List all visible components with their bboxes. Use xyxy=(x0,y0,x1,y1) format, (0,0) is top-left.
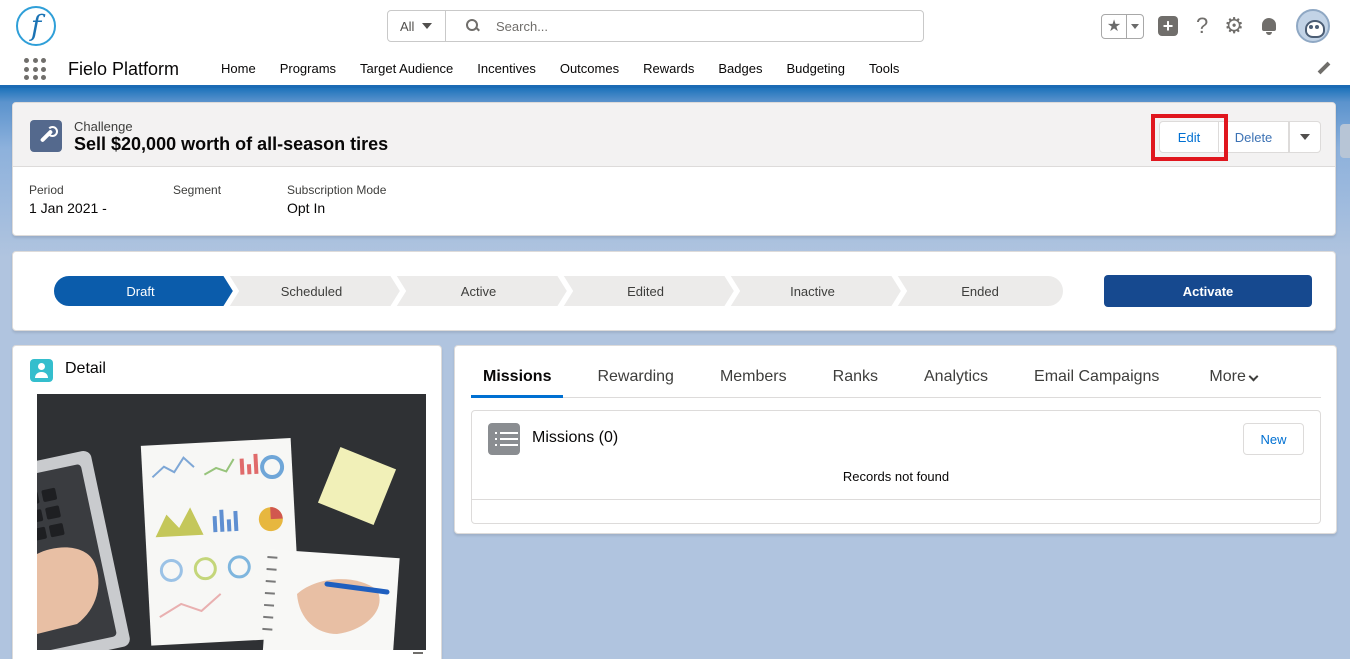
header-utility-icons: ★ + ? ⚙ xyxy=(1101,8,1330,44)
app-launcher-icon[interactable] xyxy=(24,58,46,80)
detail-title: Detail xyxy=(65,360,106,377)
search-scope-dropdown[interactable]: All xyxy=(388,11,446,41)
path-stage-label: Ended xyxy=(961,283,999,299)
star-icon[interactable]: ★ xyxy=(1102,14,1128,38)
avatar[interactable] xyxy=(1296,9,1330,43)
field-segment: Segment xyxy=(173,183,221,200)
path-stage-inactive[interactable]: Inactive xyxy=(729,275,904,307)
nav-item-budgeting[interactable]: Budgeting xyxy=(774,61,857,76)
side-panel-toggle[interactable] xyxy=(1340,124,1350,158)
missions-related-list: Missions (0) New Records not found xyxy=(471,410,1321,524)
path-stage-label: Inactive xyxy=(790,283,835,299)
help-icon[interactable]: ? xyxy=(1196,15,1208,37)
related-tabs: Missions Rewarding Members Ranks Analyti… xyxy=(471,360,1321,398)
tab-more[interactable]: More xyxy=(1197,360,1268,398)
new-button[interactable]: New xyxy=(1243,423,1304,455)
record-header-card: Challenge Sell $20,000 worth of all-seas… xyxy=(12,102,1336,236)
tab-missions[interactable]: Missions xyxy=(471,360,564,398)
path-stage-label: Active xyxy=(460,283,497,299)
detail-card: Detail xyxy=(12,345,442,659)
nav-items: Home Programs Target Audience Incentives… xyxy=(209,61,911,76)
tab-rewarding[interactable]: Rewarding xyxy=(585,360,685,398)
bell-icon[interactable] xyxy=(1260,17,1278,35)
search-input[interactable] xyxy=(496,18,876,34)
nav-item-home[interactable]: Home xyxy=(209,61,268,76)
logo-letter: f xyxy=(30,9,42,42)
path-stage-edited[interactable]: Edited xyxy=(562,275,737,307)
chevron-down-icon xyxy=(1300,134,1310,140)
record-header-top: Challenge Sell $20,000 worth of all-seas… xyxy=(13,103,1335,167)
path-stage-label: Scheduled xyxy=(280,283,343,299)
nav-item-programs[interactable]: Programs xyxy=(268,61,348,76)
nav-item-target-audience[interactable]: Target Audience xyxy=(348,61,465,76)
field-subscription-mode: Subscription Mode Opt In xyxy=(287,183,386,216)
empty-message: Records not found xyxy=(842,469,950,484)
favorites-dropdown[interactable] xyxy=(1127,23,1143,29)
path-stage-draft[interactable]: Draft xyxy=(53,275,236,307)
delete-button[interactable]: Delete xyxy=(1219,121,1289,153)
field-period: Period 1 Jan 2021 - xyxy=(29,183,107,216)
nav-item-tools[interactable]: Tools xyxy=(857,61,911,76)
path-stage-label: Draft xyxy=(126,283,155,299)
path-stage-label: Edited xyxy=(627,283,664,299)
app-logo[interactable]: f xyxy=(16,6,56,46)
path-stage-scheduled[interactable]: Scheduled xyxy=(228,275,403,307)
gear-icon[interactable]: ⚙ xyxy=(1224,15,1244,37)
tab-members[interactable]: Members xyxy=(708,360,799,398)
related-tabs-card: Missions Rewarding Members Ranks Analyti… xyxy=(454,345,1337,534)
global-search: All xyxy=(387,10,924,42)
more-actions-button[interactable] xyxy=(1289,121,1321,153)
nav-item-incentives[interactable]: Incentives xyxy=(465,61,548,76)
record-title: Sell $20,000 worth of all-season tires xyxy=(74,134,389,154)
chevron-down-icon xyxy=(422,23,433,29)
challenge-image xyxy=(37,394,426,650)
image-options-icon[interactable] xyxy=(413,652,423,658)
path-stage-ended[interactable]: Ended xyxy=(896,275,1065,307)
favorites-button[interactable]: ★ xyxy=(1101,13,1145,39)
field-label: Period xyxy=(29,183,64,197)
activate-button[interactable]: Activate xyxy=(1104,275,1312,307)
field-label: Segment xyxy=(173,183,222,197)
field-label: Subscription Mode xyxy=(287,183,387,197)
edit-nav-pencil-icon[interactable] xyxy=(1316,62,1330,76)
list-icon xyxy=(488,423,520,455)
chevron-down-icon xyxy=(1248,371,1259,382)
list-footer xyxy=(472,499,1320,500)
nav-item-outcomes[interactable]: Outcomes xyxy=(548,61,631,76)
record-type: Challenge xyxy=(74,119,133,134)
app-name: Fielo Platform xyxy=(68,59,180,79)
nav-item-rewards[interactable]: Rewards xyxy=(631,61,706,76)
global-header: f All ★ + ? ⚙ xyxy=(0,0,1350,50)
list-title[interactable]: Missions (0) xyxy=(532,429,618,447)
tab-email-campaigns[interactable]: Email Campaigns xyxy=(1022,360,1171,398)
tab-ranks[interactable]: Ranks xyxy=(821,360,890,398)
search-icon xyxy=(466,19,480,33)
app-nav-bar: Fielo Platform Home Programs Target Audi… xyxy=(0,50,1350,88)
field-value: 1 Jan 2021 - xyxy=(29,200,107,216)
wrench-icon xyxy=(30,120,62,152)
edit-button[interactable]: Edit xyxy=(1159,121,1219,153)
tab-more-label: More xyxy=(1209,368,1246,385)
status-path: Draft Scheduled Active Edited Inactive Ended xyxy=(53,275,1065,307)
search-scope-label: All xyxy=(400,18,415,34)
nav-item-badges[interactable]: Badges xyxy=(706,61,774,76)
tab-analytics[interactable]: Analytics xyxy=(912,360,1000,398)
status-path-card: Draft Scheduled Active Edited Inactive Ended … xyxy=(12,251,1336,331)
plus-icon[interactable]: + xyxy=(1158,16,1179,36)
record-actions: Edit Delete xyxy=(1159,121,1321,153)
field-value: Opt In xyxy=(287,200,326,216)
chevron-down-icon xyxy=(1131,23,1140,29)
contact-icon xyxy=(30,359,53,382)
path-stage-active[interactable]: Active xyxy=(395,275,570,307)
